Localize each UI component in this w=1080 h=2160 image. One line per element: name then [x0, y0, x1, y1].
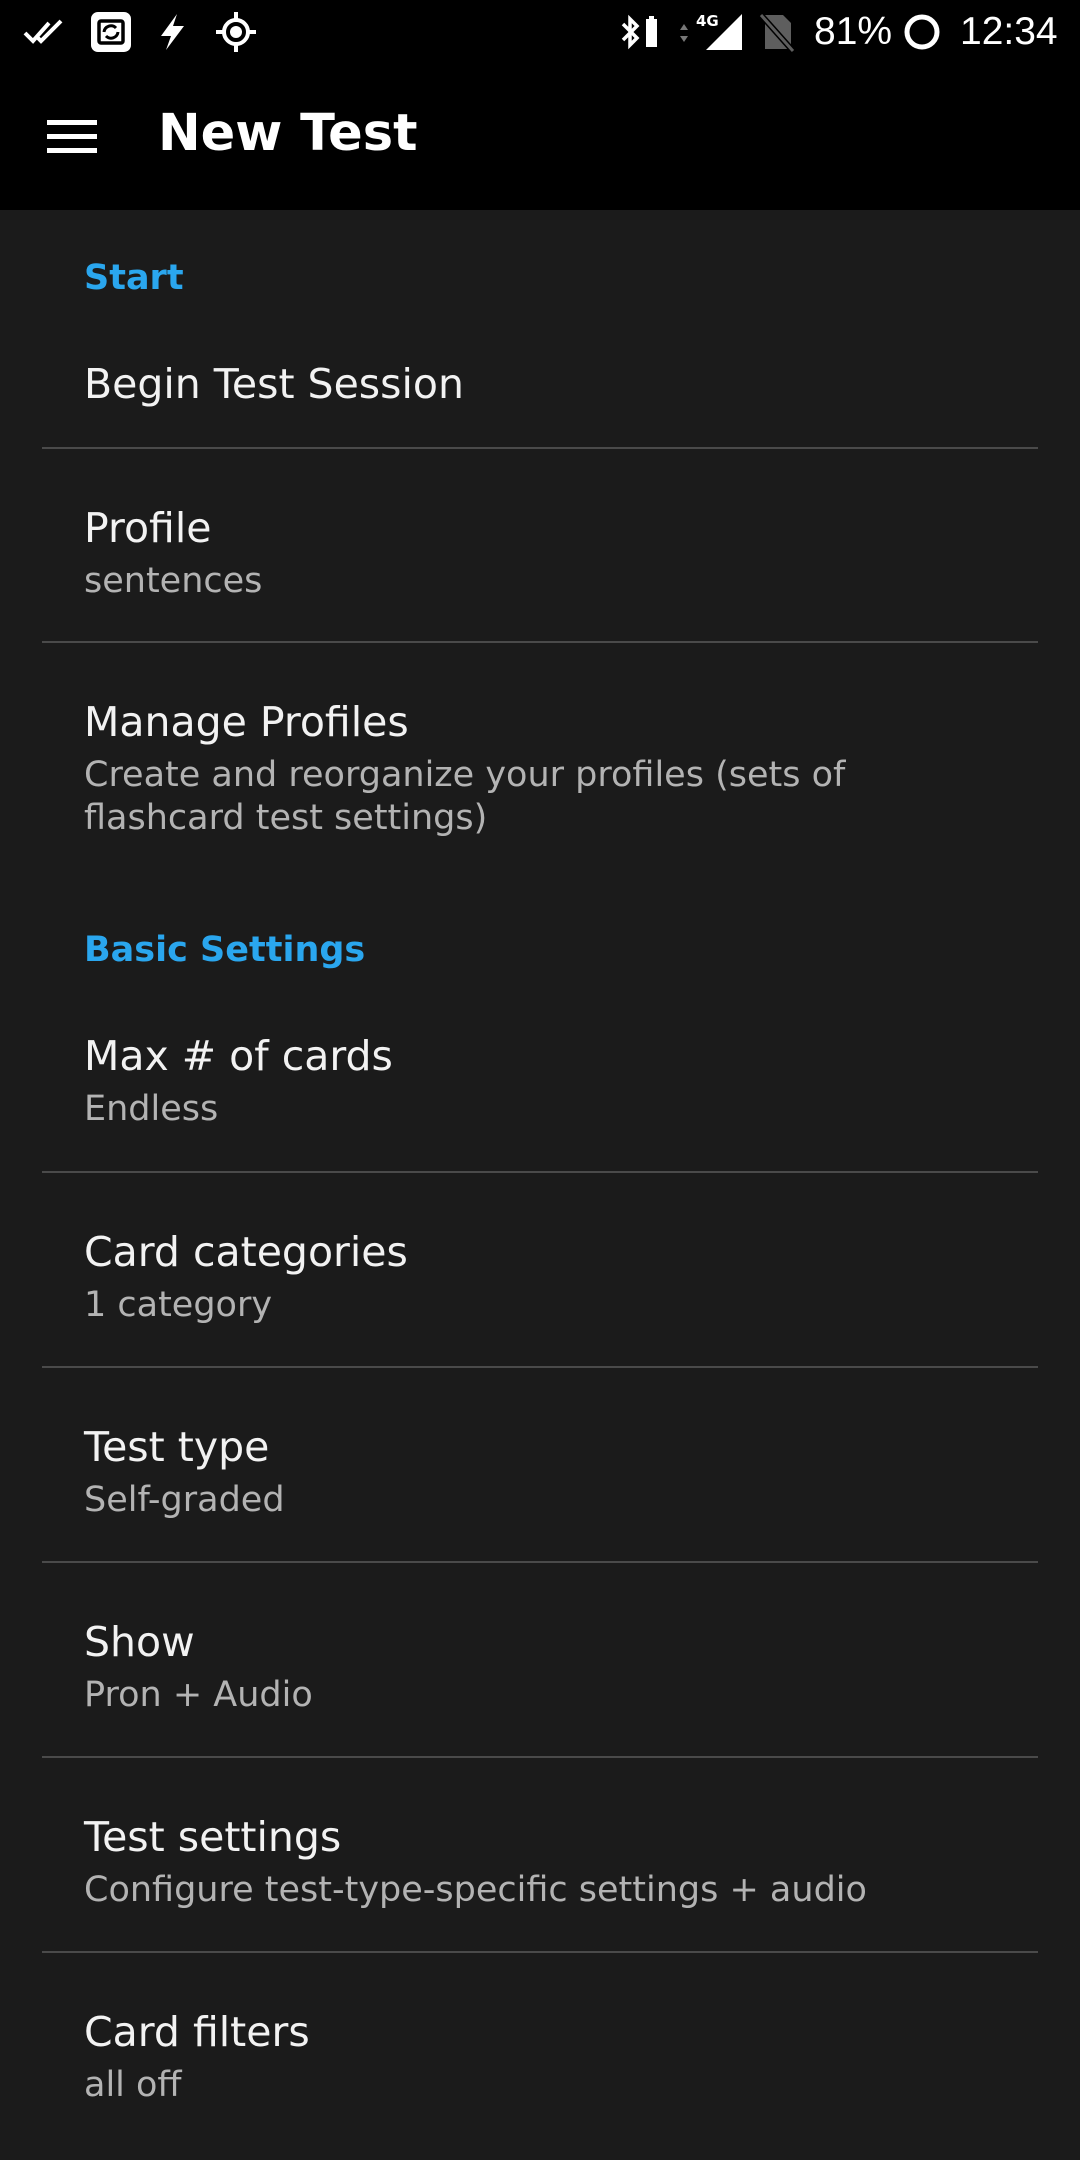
- pref-summary: sentences: [84, 561, 263, 601]
- bluetooth-icon: [616, 0, 664, 63]
- double-check-icon: [22, 0, 70, 63]
- clock: 12:34: [960, 10, 1058, 53]
- battery-percent: 81%: [814, 10, 893, 53]
- pref-summary: Pron + Audio: [84, 1675, 313, 1715]
- gps-icon: [214, 0, 258, 63]
- pref-title: Begin Test Session: [84, 360, 464, 408]
- pref-summary: Self-graded: [84, 1480, 285, 1520]
- pref-title: Card filters: [84, 2008, 310, 2056]
- pref-title: Max # of cards: [84, 1032, 393, 1080]
- pref-title: Manage Profiles: [84, 698, 409, 746]
- section-header-basic-settings: Basic Settings: [84, 930, 366, 970]
- pref-title: Show: [84, 1618, 195, 1666]
- no-sim-icon: [756, 0, 796, 63]
- pref-card-categories[interactable]: Card categories 1 category: [0, 1173, 1080, 1365]
- pref-summary: Configure test-type-specific settings + …: [84, 1870, 867, 1910]
- pref-card-filters[interactable]: Card filters all off: [0, 1953, 1080, 2145]
- pref-test-type[interactable]: Test type Self-graded: [0, 1368, 1080, 1560]
- pref-title: Test settings: [84, 1813, 342, 1861]
- pref-max-cards[interactable]: Max # of cards Endless: [0, 990, 1080, 1180]
- pref-profile[interactable]: Profile sentences: [0, 449, 1080, 641]
- pref-summary: 1 category: [84, 1285, 273, 1325]
- pref-title: Card categories: [84, 1228, 408, 1276]
- pref-begin-test-session[interactable]: Begin Test Session: [0, 310, 1080, 458]
- pref-summary: Endless: [84, 1089, 219, 1129]
- status-bar: 4G 81% 12:34: [0, 0, 1080, 63]
- screen-record-icon: [88, 0, 134, 63]
- hamburger-menu-icon: [47, 120, 97, 153]
- pref-summary: Create and reorganize your profiles (set…: [84, 755, 846, 838]
- svg-text:4G: 4G: [696, 12, 719, 30]
- battery-ring-icon: [902, 0, 942, 63]
- page-title: New Test: [158, 104, 418, 163]
- pref-test-settings[interactable]: Test settings Configure test-type-specif…: [0, 1758, 1080, 1950]
- pref-manage-profiles[interactable]: Manage Profiles Create and reorganize yo…: [0, 643, 1080, 873]
- pref-show[interactable]: Show Pron + Audio: [0, 1563, 1080, 1755]
- signal-icon: 4G: [676, 0, 746, 63]
- app-bar: New Test: [0, 63, 1080, 210]
- pref-title: Profile: [84, 504, 212, 552]
- pref-summary: all off: [84, 2065, 182, 2105]
- flash-icon: [154, 0, 190, 63]
- menu-button[interactable]: [24, 95, 120, 179]
- pref-title: Test type: [84, 1423, 270, 1471]
- preferences-list: Start Begin Test Session Profile sentenc…: [0, 210, 1080, 2160]
- section-header-start: Start: [84, 258, 184, 298]
